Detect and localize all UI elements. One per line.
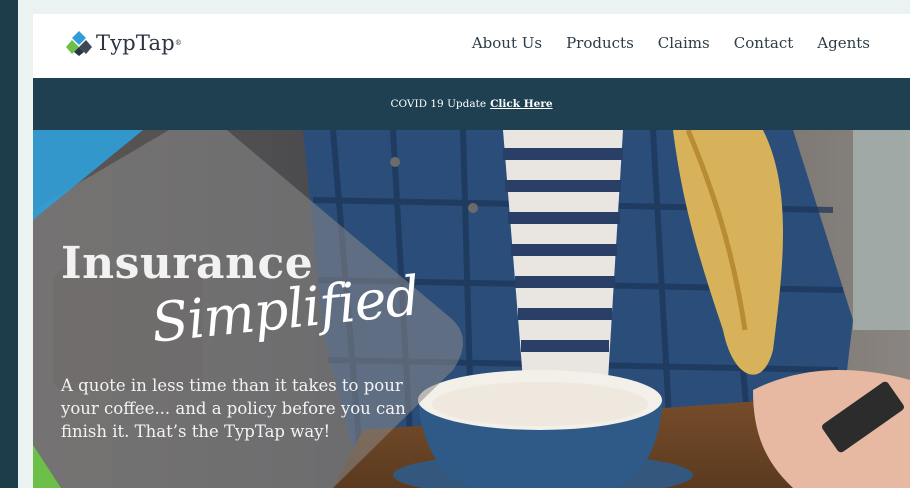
page: TypTap ® About Us Products Claims Contac… [33,14,910,488]
banner-text: COVID 19 Update [390,98,487,110]
typtap-logo-icon [66,31,92,56]
logo-registered-mark: ® [174,39,182,47]
nav-agents[interactable]: Agents [817,34,870,52]
hero-section: Insurance Simplified A quote in less tim… [33,130,910,488]
nav-claims[interactable]: Claims [658,34,710,52]
site-header: TypTap ® About Us Products Claims Contac… [33,14,910,78]
nav-contact[interactable]: Contact [734,34,794,52]
banner-link[interactable]: Click Here [490,98,552,110]
left-edge-strip [0,0,18,488]
hero-copy: A quote in less time than it takes to po… [61,376,406,441]
nav-products[interactable]: Products [566,34,634,52]
covid-banner: COVID 19 Update Click Here [33,78,910,130]
main-nav: About Us Products Claims Contact Agents [472,34,870,52]
logo-text: TypTap [96,31,175,55]
logo[interactable]: TypTap ® [66,28,182,58]
nav-about-us[interactable]: About Us [472,34,542,52]
